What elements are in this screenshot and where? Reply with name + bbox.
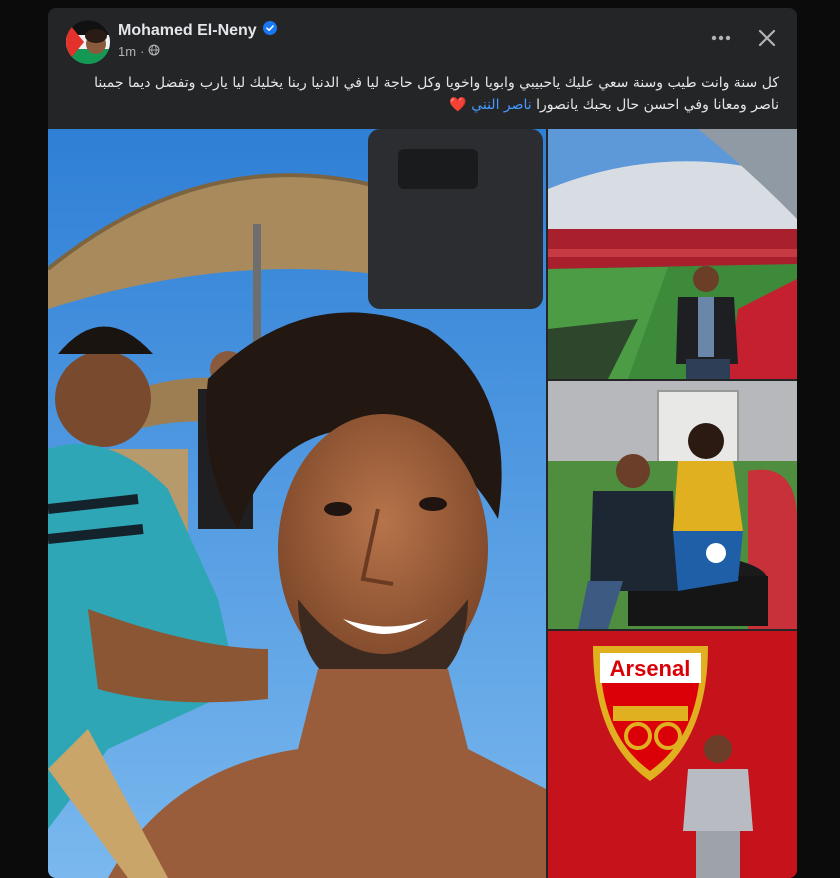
mention-link[interactable]: ناصر النني [471, 97, 532, 113]
author-row: Mohamed El-Neny [118, 21, 277, 40]
post-caption: كل سنة وانت طيب وسنة سعي عليك ياحبيبي وا… [66, 72, 779, 116]
meta-separator: · [140, 44, 145, 59]
post-card: Mohamed El-Neny 1m · كل سنة وانت طيب وسن… [48, 8, 797, 878]
author-name[interactable]: Mohamed El-Neny [118, 22, 257, 40]
verified-badge-icon [262, 21, 277, 40]
post-timestamp[interactable]: 1m [118, 44, 136, 59]
heart-emoji: ❤️ [449, 97, 467, 113]
photo-crest[interactable]: Arsenal [548, 631, 797, 878]
more-icon[interactable] [709, 26, 733, 50]
post-actions [709, 26, 779, 50]
caption-text: كل سنة وانت طيب وسنة سعي عليك ياحبيبي وا… [94, 75, 779, 113]
photo-statue[interactable] [548, 381, 797, 629]
photo-main[interactable] [48, 129, 546, 878]
crest-text: Arsenal [610, 656, 691, 681]
post-meta: 1m · [118, 44, 160, 59]
close-icon[interactable] [755, 26, 779, 50]
photo-stadium[interactable] [548, 129, 797, 379]
globe-icon[interactable] [148, 44, 160, 59]
author-avatar[interactable] [66, 20, 110, 64]
